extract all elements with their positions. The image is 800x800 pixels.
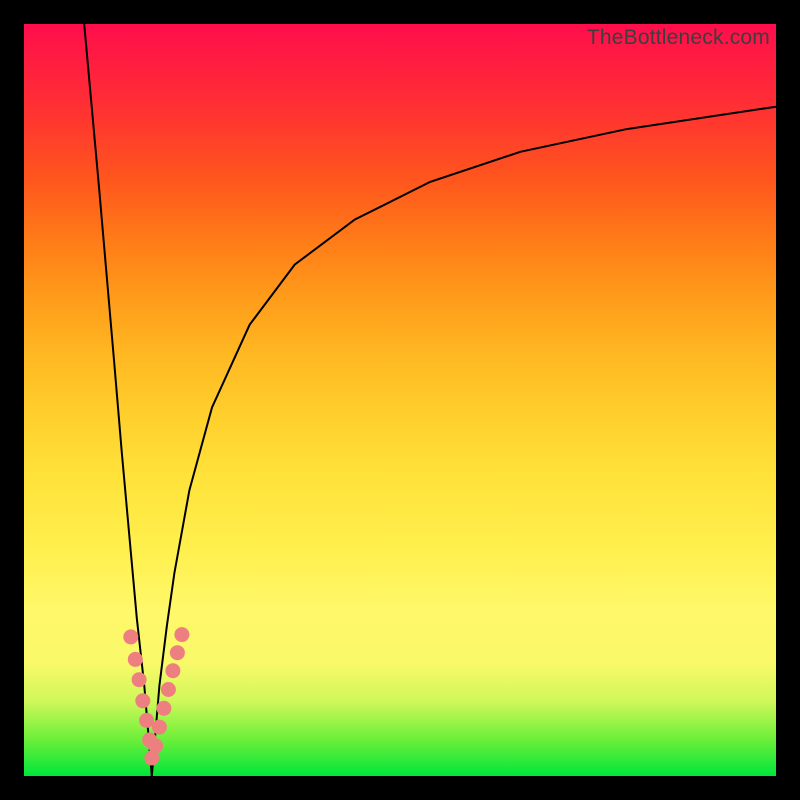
plot-area: TheBottleneck.com: [24, 24, 776, 776]
marker-dot: [139, 713, 154, 728]
marker-dot: [148, 738, 163, 753]
marker-dot: [165, 663, 180, 678]
marker-dot: [156, 701, 171, 716]
marker-dot: [170, 645, 185, 660]
marker-dot: [152, 720, 167, 735]
chart-frame: TheBottleneck.com: [0, 0, 800, 800]
curve-layer: [24, 24, 776, 776]
marker-dot: [123, 629, 138, 644]
marker-dot: [161, 682, 176, 697]
marker-dots: [123, 627, 189, 765]
marker-dot: [128, 652, 143, 667]
right-branch-curve: [152, 107, 776, 776]
marker-dot: [174, 627, 189, 642]
marker-dot: [132, 672, 147, 687]
marker-dot: [135, 693, 150, 708]
